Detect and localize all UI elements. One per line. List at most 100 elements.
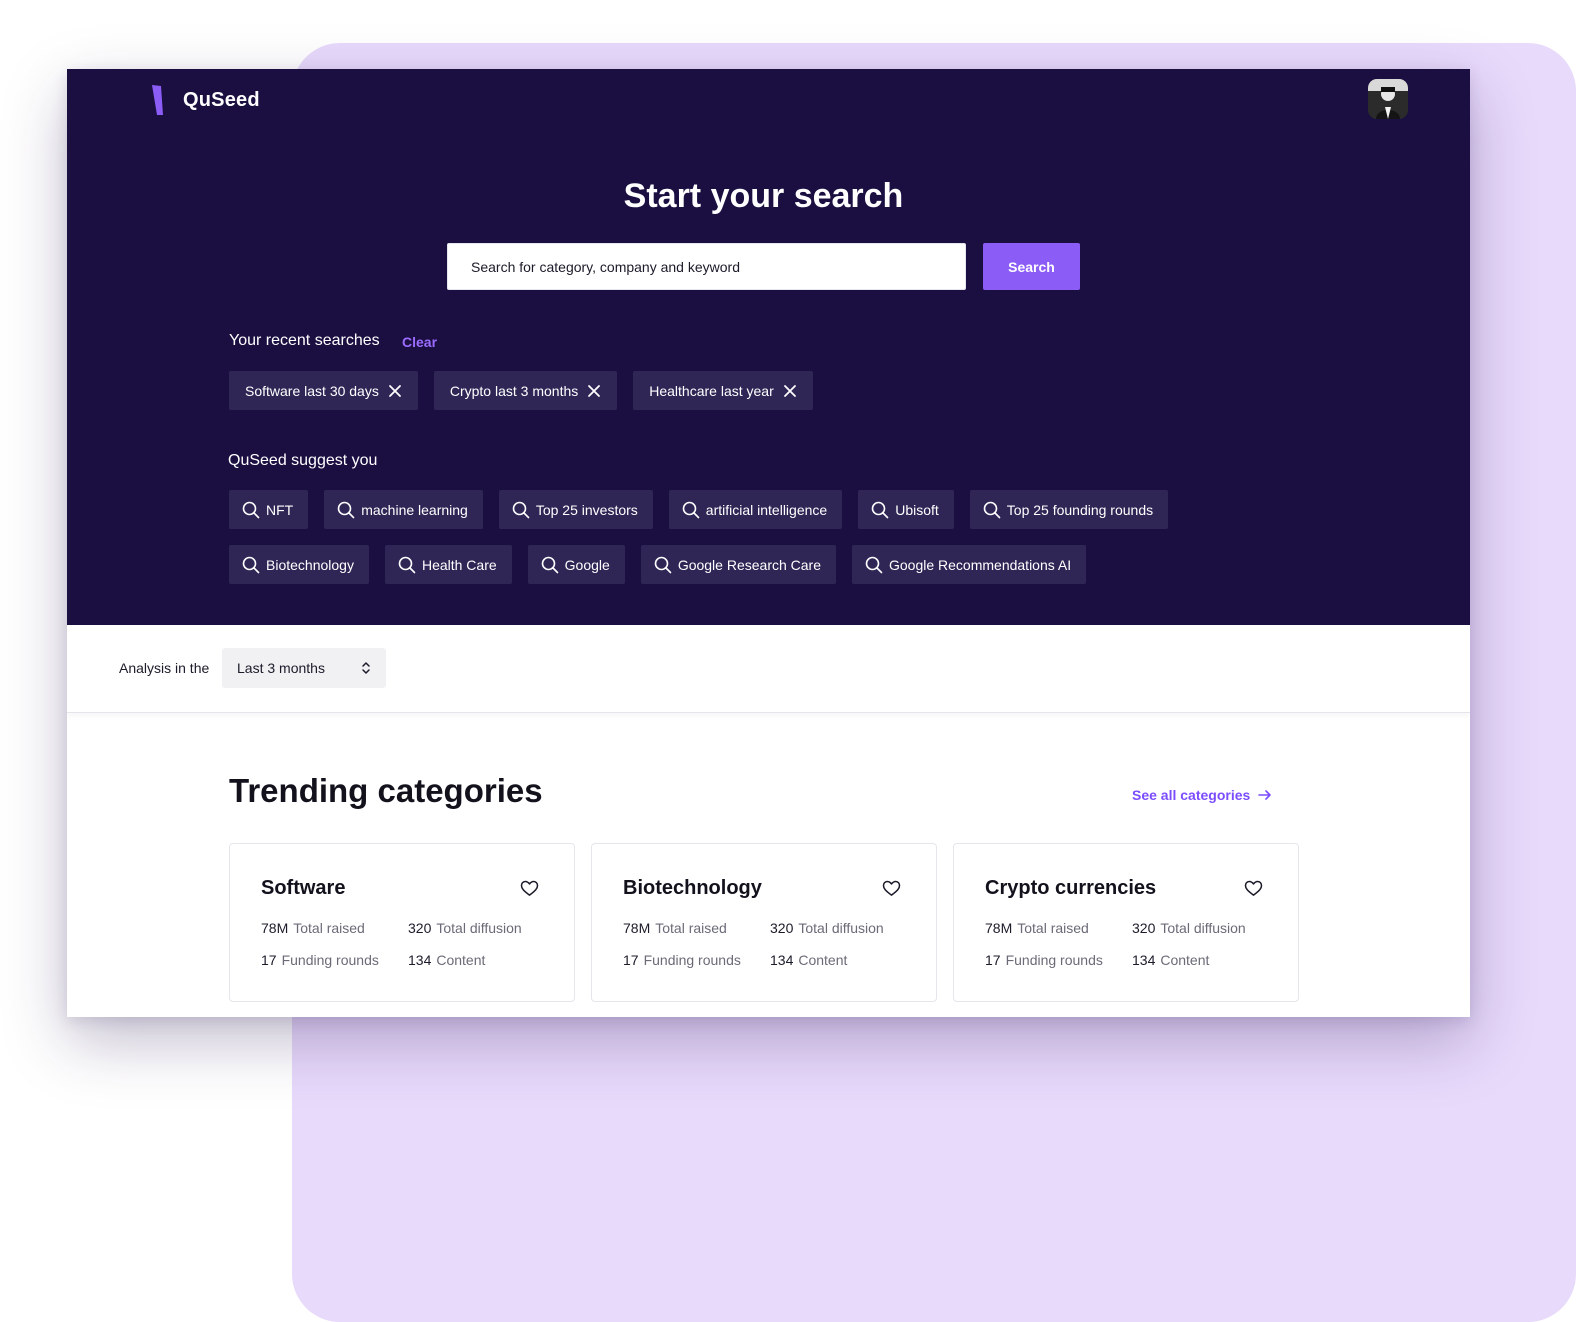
stat-value: 320 <box>408 920 432 936</box>
recent-search-label: Healthcare last year <box>649 382 774 399</box>
search-hero: QuSeed Start your search Search Your rec… <box>67 69 1470 625</box>
logo[interactable]: QuSeed <box>152 85 260 115</box>
search-icon <box>682 501 700 518</box>
user-avatar[interactable] <box>1368 79 1408 119</box>
search-icon <box>865 556 883 573</box>
suggestions-row: NFT machine learning Top 25 investors ar… <box>229 490 1184 529</box>
stat-label: Funding rounds <box>1005 952 1103 968</box>
stat-funding-rounds: 17 Funding rounds <box>261 952 379 968</box>
stat-total-diffusion: 320 Total diffusion <box>408 920 522 936</box>
stat-label: Total raised <box>293 920 365 936</box>
search-icon <box>512 501 530 518</box>
suggestion-chip[interactable]: Google <box>527 545 625 584</box>
suggestion-label: Top 25 investors <box>535 501 638 518</box>
suggestion-chip[interactable]: Top 25 founding rounds <box>969 490 1169 529</box>
suggestion-chip[interactable]: Google Research Care <box>640 545 836 584</box>
close-icon[interactable] <box>783 384 797 398</box>
logo-text: QuSeed <box>183 88 260 111</box>
app-window: QuSeed Start your search Search Your rec… <box>67 69 1470 1017</box>
recent-searches-list: Software last 30 days Crypto last 3 mont… <box>229 371 829 410</box>
analysis-bar: Analysis in the Last 3 months <box>67 625 1470 713</box>
recent-search-chip[interactable]: Software last 30 days <box>229 371 418 410</box>
stat-value: 17 <box>623 952 639 968</box>
search-icon <box>871 501 889 518</box>
stat-value: 134 <box>770 952 794 968</box>
stat-funding-rounds: 17 Funding rounds <box>623 952 741 968</box>
see-all-categories-link[interactable]: See all categories <box>1132 787 1273 803</box>
suggestion-label: Google Research Care <box>677 556 821 573</box>
recent-search-label: Software last 30 days <box>245 382 379 399</box>
search-icon <box>242 501 260 518</box>
recent-search-chip[interactable]: Healthcare last year <box>633 371 813 410</box>
stat-value: 320 <box>1132 920 1156 936</box>
heart-icon[interactable] <box>520 880 539 897</box>
search-button[interactable]: Search <box>983 243 1080 290</box>
stat-label: Funding rounds <box>281 952 379 968</box>
category-card[interactable]: Software 78M Total raised 320 Total diffus… <box>229 843 575 1002</box>
close-icon[interactable] <box>587 384 601 398</box>
search-icon <box>242 556 260 573</box>
stat-value: 134 <box>408 952 432 968</box>
stat-total-diffusion: 320 Total diffusion <box>1132 920 1246 936</box>
heart-icon[interactable] <box>882 880 901 897</box>
arrow-right-icon <box>1258 790 1272 800</box>
suggestion-label: Google <box>564 556 610 573</box>
recent-search-chip[interactable]: Crypto last 3 months <box>433 371 618 410</box>
stat-label: Funding rounds <box>643 952 741 968</box>
stat-label: Total diffusion <box>798 920 884 936</box>
suggestion-label: artificial intelligence <box>705 501 828 518</box>
search-icon <box>337 501 355 518</box>
search-input[interactable] <box>447 243 966 290</box>
suggestion-label: Google Recommendations AI <box>889 556 1072 573</box>
suggestion-chip[interactable]: Health Care <box>384 545 512 584</box>
stat-label: Content <box>436 952 486 968</box>
category-card[interactable]: Crypto currencies 78M Total raised 320 Tot… <box>953 843 1299 1002</box>
search-icon <box>541 556 558 573</box>
stat-value: 78M <box>261 920 289 936</box>
stat-total-raised: 78M Total raised <box>261 920 365 936</box>
see-all-label: See all categories <box>1132 787 1251 803</box>
stat-value: 320 <box>770 920 794 936</box>
stat-value: 17 <box>261 952 277 968</box>
suggestion-chip[interactable]: artificial intelligence <box>668 490 843 529</box>
suggestion-chip[interactable]: Top 25 investors <box>498 490 653 529</box>
suggestion-label: Health Care <box>421 556 497 573</box>
stat-value: 17 <box>985 952 1001 968</box>
analysis-label: Analysis in the <box>119 660 210 676</box>
stat-label: Content <box>798 952 848 968</box>
category-card[interactable]: Biotechnology 78M Total raised 320 Total d… <box>591 843 937 1002</box>
stat-content: 134 Content <box>408 952 485 968</box>
stat-funding-rounds: 17 Funding rounds <box>985 952 1103 968</box>
stat-value: 78M <box>985 920 1013 936</box>
suggestion-label: Top 25 founding rounds <box>1006 501 1154 518</box>
stat-label: Content <box>1160 952 1210 968</box>
stat-content: 134 Content <box>770 952 847 968</box>
period-select-value: Last 3 months <box>237 660 325 676</box>
logo-mark-icon <box>152 85 163 115</box>
heart-icon[interactable] <box>1244 880 1263 897</box>
stat-label: Total raised <box>1017 920 1089 936</box>
stat-label: Total diffusion <box>1160 920 1246 936</box>
chevron-up-down-icon <box>362 662 370 674</box>
recent-search-label: Crypto last 3 months <box>449 382 579 399</box>
stat-value: 78M <box>623 920 651 936</box>
search-icon <box>983 501 1001 518</box>
category-card-title: Software <box>261 877 346 899</box>
suggestion-chip[interactable]: Ubisoft <box>858 490 954 529</box>
suggestion-chip[interactable]: Google Recommendations AI <box>852 545 1087 584</box>
suggestions-row: Biotechnology Health Care Google Google … <box>229 545 1102 584</box>
suggestion-label: machine learning <box>361 501 468 518</box>
suggestion-chip[interactable]: Biotechnology <box>229 545 369 584</box>
close-icon[interactable] <box>388 384 402 398</box>
category-card-title: Crypto currencies <box>985 877 1157 899</box>
suggestion-chip[interactable]: machine learning <box>324 490 483 529</box>
suggestion-chip[interactable]: NFT <box>229 490 309 529</box>
suggestion-label: Biotechnology <box>266 556 354 573</box>
suggestion-label: NFT <box>266 501 294 518</box>
stat-total-raised: 78M Total raised <box>623 920 727 936</box>
clear-recent-link[interactable]: Clear <box>402 334 437 350</box>
category-card-title: Biotechnology <box>623 877 762 899</box>
period-select[interactable]: Last 3 months <box>222 648 386 688</box>
suggestion-label: Ubisoft <box>895 501 939 518</box>
stat-label: Total diffusion <box>436 920 522 936</box>
